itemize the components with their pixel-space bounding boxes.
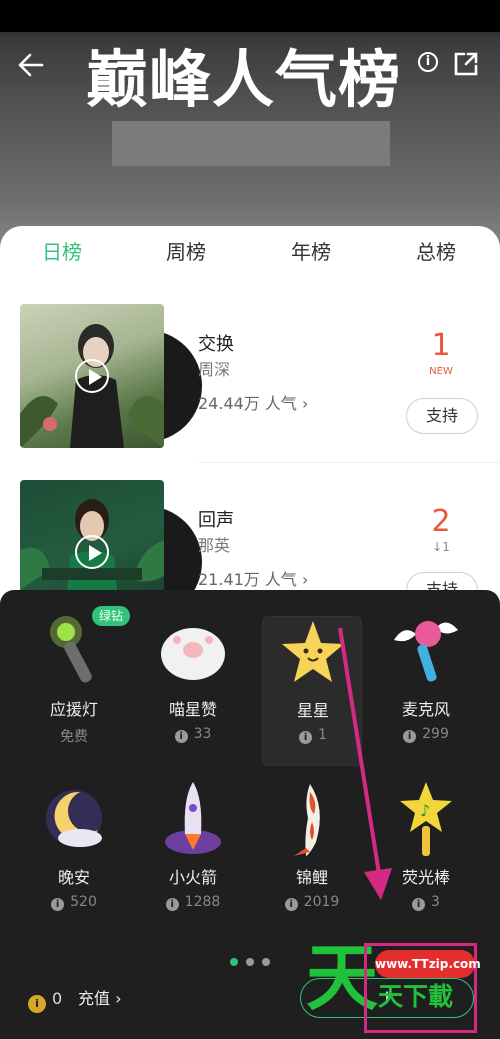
gift-rocket[interactable]: 小火箭 i 1288 [143,768,243,928]
rocket-icon [165,782,221,854]
share-button[interactable] [452,50,480,78]
gift-name: 小火箭 [168,868,217,887]
gift-name: 星星 [296,701,329,720]
gift-name: 荧光棒 [401,868,450,887]
gift-price: i 33 [143,726,243,743]
coin-icon: i [299,731,313,744]
back-button[interactable] [12,46,50,84]
gift-star[interactable]: 星星 i1 [262,616,362,766]
song-artist: 那英 [198,536,231,555]
gift-cat-like[interactable]: 喵星赞 i 33 [143,600,243,760]
arrow-left-icon [18,53,44,77]
star-icon [282,621,344,682]
song-artist: 周深 [198,360,231,379]
gift-koi[interactable]: 锦鲤 i 2019 [262,768,362,928]
tab-total[interactable]: 总榜 [416,240,456,264]
gift-price-value: 3 [431,894,440,910]
gift-name: 麦克风 [401,700,450,719]
watermark-text: 天下載 [378,982,454,1011]
play-button-1[interactable] [75,359,109,393]
gift-price-value: 1288 [184,894,221,910]
tab-yearly[interactable]: 年榜 [291,240,331,264]
gift-price: i 299 [376,726,476,743]
green-diamond-badge: 绿钻 [92,606,130,626]
gift-price-value: 520 [70,894,97,910]
moon-icon [46,790,102,847]
status-bar [0,0,500,32]
coin-icon: i [51,898,65,911]
recharge-link[interactable]: 充值 › [78,988,122,1010]
gift-microphone[interactable]: 麦克风 i 299 [376,600,476,760]
rank-trend: ↓1 [432,540,450,554]
chevron-right-icon: › [302,394,309,413]
gift-price-value: 299 [422,726,449,742]
microphone-icon [394,621,458,682]
coin-icon: i [174,730,188,743]
coin-icon: i [412,898,426,911]
popularity-count: 21.41万 人气 [198,570,297,589]
koi-fish-icon [294,784,320,856]
coin-balance: i0 [28,988,63,1013]
page-indicator-dot[interactable] [246,958,254,966]
info-button[interactable]: i [418,52,438,72]
redacted-subtitle [112,121,390,166]
page-title: 巅峰人气榜 [86,43,402,116]
gift-good-night[interactable]: 晚安 i 520 [24,768,124,928]
gift-price-value: 33 [193,726,212,742]
gift-name: 喵星赞 [168,700,217,719]
coin-icon: i [165,898,179,911]
coin-icon: i [403,730,417,743]
watermark-url: www.TTzip.com [375,950,481,978]
gift-price-value: 1 [318,727,327,743]
ranking-item-1[interactable]: 交换 周深 24.44万 人气 › 1 NEW 支持 [0,300,500,470]
page-indicator-dot[interactable] [230,958,238,966]
gift-name: 锦鲤 [295,868,328,887]
tab-weekly[interactable]: 周榜 [166,240,206,264]
fluffy-paw-icon [161,628,225,680]
tab-daily[interactable]: 日榜 [42,240,82,264]
svg-text:♪: ♪ [420,801,430,820]
share-out-icon [454,52,478,76]
coin-icon: i [284,898,298,911]
album-cover-1[interactable] [20,304,202,449]
gift-fluorescent-stick[interactable]: ♪ 荧光棒 i3 [376,768,476,928]
gift-price: i 520 [24,894,124,911]
coin-balance-value: 0 [52,989,63,1008]
rank-trend-badge: NEW [429,366,453,377]
gift-price: i 1288 [143,894,243,911]
page-indicator-dot[interactable] [262,958,270,966]
support-button[interactable]: 支持 [406,398,478,434]
popularity-link[interactable]: 21.41万 人气 › [198,566,308,590]
chevron-right-icon: › [302,570,309,589]
star-wand-icon: ♪ [400,782,452,856]
rank-number: 2 [431,504,451,539]
gift-price: i3 [376,894,476,911]
rank-number: 1 [431,328,451,363]
song-title: 交换 [198,334,234,355]
list-divider [198,462,500,463]
gift-price: 免费 [60,729,88,745]
gift-price-value: 2019 [303,894,340,910]
gift-price: i1 [263,727,363,744]
play-button-2[interactable] [75,535,109,569]
gift-name: 晚安 [57,868,90,887]
song-title: 回声 [198,510,234,531]
gift-price: i 2019 [262,894,362,911]
popularity-count: 24.44万 人气 [198,394,297,413]
coin-icon: i [28,995,46,1013]
popularity-link[interactable]: 24.44万 人气 › [198,390,308,414]
gift-name: 应援灯 [49,700,98,719]
